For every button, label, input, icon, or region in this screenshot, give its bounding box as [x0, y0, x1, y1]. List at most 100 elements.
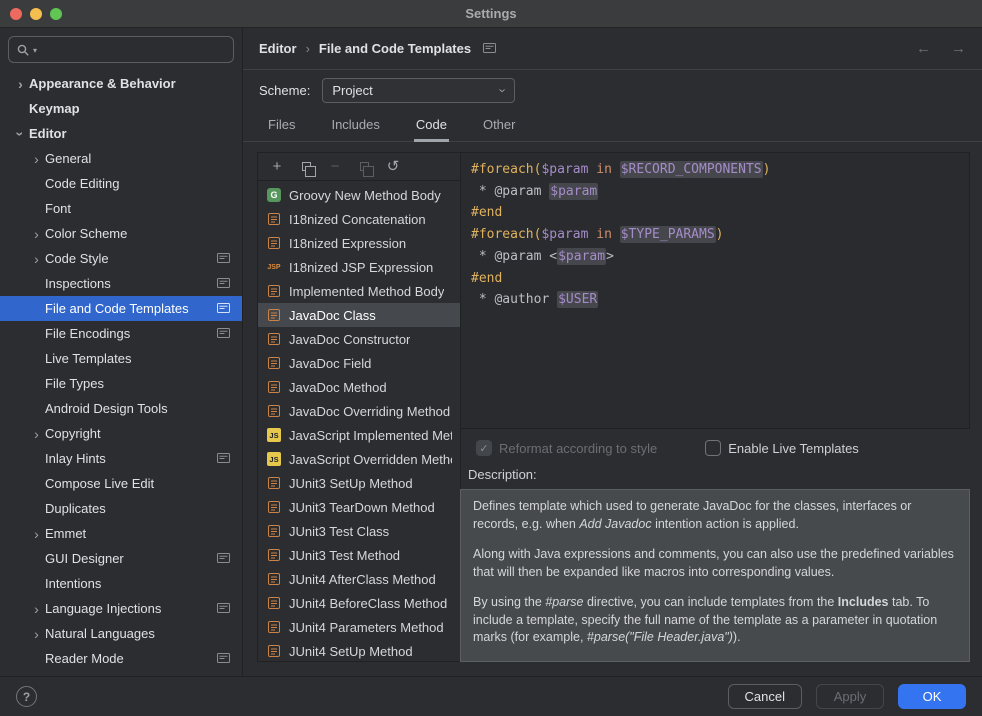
breadcrumb: Editor›File and Code Templates — [259, 41, 496, 56]
chevron-right-icon[interactable]: › — [28, 527, 45, 541]
template-file-icon — [266, 475, 282, 491]
js-file-icon: JS — [267, 452, 281, 466]
sidebar-item-file-and-code-templates[interactable]: File and Code Templates — [0, 296, 242, 321]
sidebar-item-code-editing[interactable]: Code Editing — [0, 171, 242, 196]
chevron-right-icon[interactable]: › — [28, 627, 45, 641]
sidebar-item-compose-live-edit[interactable]: Compose Live Edit — [0, 471, 242, 496]
sidebar-item-keymap[interactable]: Keymap — [0, 96, 242, 121]
template-list-item-junit3-teardown-method[interactable]: JUnit3 TearDown Method — [258, 495, 460, 519]
sidebar-item-live-templates[interactable]: Live Templates — [0, 346, 242, 371]
minimize-button[interactable] — [30, 8, 42, 20]
template-list-item-javascript-implemented-met[interactable]: JSJavaScript Implemented Met — [258, 423, 460, 447]
list-toolbar: + − ↺ — [258, 153, 460, 181]
template-file-icon — [266, 307, 282, 323]
template-list-item-junit4-setup-method[interactable]: JUnit4 SetUp Method — [258, 639, 460, 661]
chevron-right-icon[interactable]: › — [28, 227, 45, 241]
template-list-item-junit4-afterclass-method[interactable]: JUnit4 AfterClass Method — [258, 567, 460, 591]
live-templates-checkbox[interactable] — [705, 440, 721, 456]
chevron-right-icon[interactable]: › — [28, 427, 45, 441]
sidebar-item-copyright[interactable]: ›Copyright — [0, 421, 242, 446]
sidebar-item-reader-mode[interactable]: Reader Mode — [0, 646, 242, 671]
in-editor-icon — [217, 653, 230, 665]
search-input[interactable]: ▾ — [8, 36, 234, 63]
sidebar-item-intentions[interactable]: Intentions — [0, 571, 242, 596]
sidebar-item-inlay-hints[interactable]: Inlay Hints — [0, 446, 242, 471]
tab-other[interactable]: Other — [481, 110, 518, 142]
sidebar-item-font[interactable]: Font — [0, 196, 242, 221]
template-list-item-javadoc-class[interactable]: JavaDoc Class — [258, 303, 460, 327]
template-file-icon — [266, 571, 282, 587]
template-name: JUnit4 SetUp Method — [289, 644, 413, 659]
templates-content: + − ↺ GGroovy New Method BodyI18nized Conc… — [243, 142, 982, 676]
template-file-icon — [266, 403, 282, 419]
chevron-right-icon[interactable]: › — [28, 252, 45, 266]
breadcrumb-item-editor[interactable]: Editor — [259, 41, 297, 56]
description-label: Description: — [468, 467, 970, 483]
sidebar-item-code-style[interactable]: ›Code Style — [0, 246, 242, 271]
template-list-item-junit3-setup-method[interactable]: JUnit3 SetUp Method — [258, 471, 460, 495]
template-list-item-groovy-new-method-body[interactable]: GGroovy New Method Body — [258, 183, 460, 207]
chevron-right-icon[interactable]: › — [28, 152, 45, 166]
reset-to-default-icon[interactable]: ↺ — [385, 159, 401, 175]
sidebar-item-appearance-behavior[interactable]: ›Appearance & Behavior — [0, 71, 242, 96]
sidebar-item-duplicates[interactable]: Duplicates — [0, 496, 242, 521]
sidebar-item-inspections[interactable]: Inspections — [0, 271, 242, 296]
chevron-down-icon[interactable]: › — [14, 125, 28, 142]
template-list-item-i18nized-jsp-expression[interactable]: JSPI18nized JSP Expression — [258, 255, 460, 279]
sidebar-item-color-scheme[interactable]: ›Color Scheme — [0, 221, 242, 246]
remove-icon: − — [327, 159, 343, 175]
template-list-item-junit4-parameters-method[interactable]: JUnit4 Parameters Method — [258, 615, 460, 639]
chevron-right-icon[interactable]: › — [12, 77, 29, 91]
help-icon[interactable]: ? — [16, 686, 37, 707]
tab-includes[interactable]: Includes — [329, 110, 381, 142]
tab-files[interactable]: Files — [266, 110, 297, 142]
sidebar-item-label: Intentions — [45, 576, 242, 591]
template-list-item-javascript-overridden-metho[interactable]: JSJavaScript Overridden Metho — [258, 447, 460, 471]
sidebar-item-android-design-tools[interactable]: Android Design Tools — [0, 396, 242, 421]
description-paragraph: Predefined variables take the following … — [473, 660, 957, 663]
sidebar-item-file-encodings[interactable]: File Encodings — [0, 321, 242, 346]
sidebar-item-general[interactable]: ›General — [0, 146, 242, 171]
breadcrumb-item-file-and-code-templates[interactable]: File and Code Templates — [319, 41, 471, 56]
template-list-item-junit3-test-method[interactable]: JUnit3 Test Method — [258, 543, 460, 567]
sidebar-item-gui-designer[interactable]: GUI Designer — [0, 546, 242, 571]
sidebar-item-emmet[interactable]: ›Emmet — [0, 521, 242, 546]
template-file-icon — [266, 283, 282, 299]
template-name: JUnit3 Test Method — [289, 548, 400, 563]
copy-icon[interactable] — [298, 159, 314, 175]
ok-button[interactable]: OK — [898, 684, 966, 709]
code-editor[interactable]: #foreach($param in $RECORD_COMPONENTS) *… — [460, 152, 970, 429]
template-list-item-i18nized-concatenation[interactable]: I18nized Concatenation — [258, 207, 460, 231]
scheme-select[interactable]: Project › — [322, 78, 515, 103]
template-list-item-junit3-test-class[interactable]: JUnit3 Test Class — [258, 519, 460, 543]
sidebar-item-editor[interactable]: ›Editor — [0, 121, 242, 146]
template-list-item-javadoc-field[interactable]: JavaDoc Field — [258, 351, 460, 375]
zoom-button[interactable] — [50, 8, 62, 20]
code-token: #end — [471, 271, 502, 286]
description-text: By using the — [473, 595, 545, 609]
cancel-button[interactable]: Cancel — [728, 684, 802, 709]
template-name: JUnit4 BeforeClass Method — [289, 596, 447, 611]
template-list-item-javadoc-method[interactable]: JavaDoc Method — [258, 375, 460, 399]
sidebar-item-file-types[interactable]: File Types — [0, 371, 242, 396]
sidebar-item-natural-languages[interactable]: ›Natural Languages — [0, 621, 242, 646]
sidebar-item-language-injections[interactable]: ›Language Injections — [0, 596, 242, 621]
back-icon[interactable]: ← — [916, 40, 931, 57]
sidebar-item-label: Duplicates — [45, 501, 242, 516]
close-button[interactable] — [10, 8, 22, 20]
forward-icon[interactable]: → — [951, 40, 966, 57]
add-icon[interactable]: + — [269, 159, 285, 175]
template-list-item-i18nized-expression[interactable]: I18nized Expression — [258, 231, 460, 255]
template-list-item-javadoc-overriding-method[interactable]: JavaDoc Overriding Method — [258, 399, 460, 423]
template-name: JavaDoc Class — [289, 308, 376, 323]
template-file-icon — [266, 331, 282, 347]
template-list-item-implemented-method-body[interactable]: Implemented Method Body — [258, 279, 460, 303]
template-list-item-junit4-beforeclass-method[interactable]: JUnit4 BeforeClass Method — [258, 591, 460, 615]
sidebar-item-label: Inlay Hints — [45, 451, 217, 466]
chevron-right-icon[interactable]: › — [28, 602, 45, 616]
tab-code[interactable]: Code — [414, 110, 449, 142]
template-list-item-javadoc-constructor[interactable]: JavaDoc Constructor — [258, 327, 460, 351]
description-paragraph: Defines template which used to generate … — [473, 498, 957, 533]
scheme-value: Project — [332, 83, 372, 98]
search-history-chevron-icon[interactable]: ▾ — [33, 46, 37, 55]
